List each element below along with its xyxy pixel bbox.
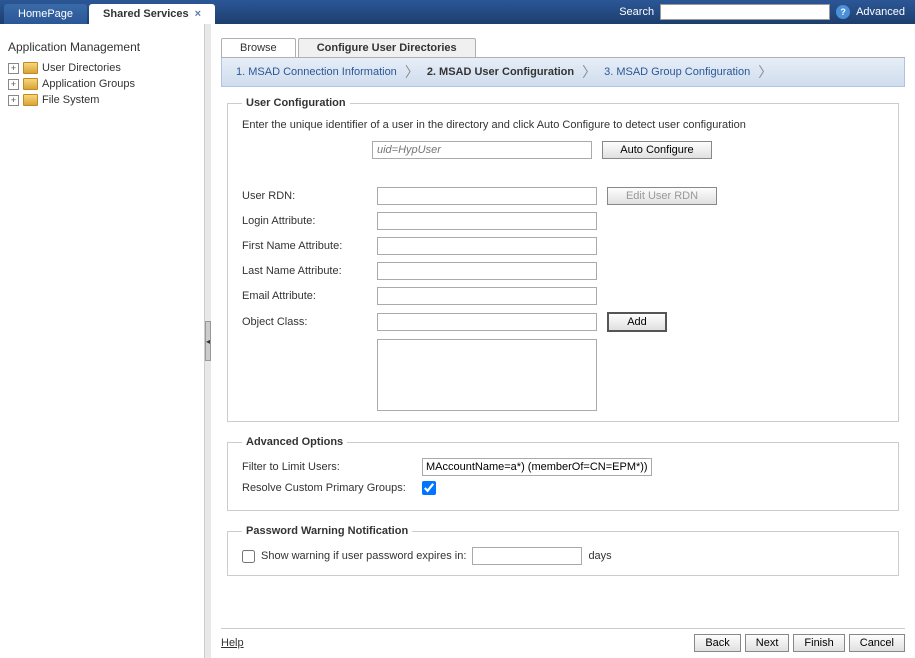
tab-label: Shared Services [103,8,189,20]
label-login-attr: Login Attribute: [242,215,377,227]
help-link[interactable]: Help [221,637,244,649]
label-resolve: Resolve Custom Primary Groups: [242,482,422,494]
expand-icon[interactable]: + [8,95,19,106]
row-user-rdn: User RDN: Edit User RDN [242,187,884,205]
edit-user-rdn-button: Edit User RDN [607,187,717,205]
label-days: days [588,550,611,562]
label-filter: Filter to Limit Users: [242,461,422,473]
tab-browse[interactable]: Browse [221,38,296,57]
input-first-name[interactable] [377,237,597,255]
input-login-attr[interactable] [377,212,597,230]
checkbox-show-warning[interactable] [242,550,255,563]
password-warning-group: Password Warning Notification Show warni… [227,525,899,576]
label-email: Email Attribute: [242,290,377,302]
tab-shared-services[interactable]: Shared Services × [89,4,215,24]
next-button[interactable]: Next [745,634,790,652]
tree-label: Application Groups [42,78,135,90]
row-first-name: First Name Attribute: [242,237,884,255]
auto-configure-row: Auto Configure [372,141,884,159]
row-resolve: Resolve Custom Primary Groups: [242,481,884,495]
content: Browse Configure User Directories 1. MSA… [211,24,915,658]
chevron-right-icon: 〉 [580,62,598,82]
password-warning-legend: Password Warning Notification [242,525,412,537]
wizard-step-3[interactable]: 3. MSAD Group Configuration [598,66,756,78]
search-input[interactable] [660,4,830,20]
top-tabs: HomePage Shared Services × [0,0,217,24]
tab-label: HomePage [18,8,73,20]
user-configuration-group: User Configuration Enter the unique iden… [227,97,899,422]
uid-input[interactable] [372,141,592,159]
main-area: Application Management + User Directorie… [0,24,915,658]
input-last-name[interactable] [377,262,597,280]
tree-label: User Directories [42,62,121,74]
sidebar-item-file-system[interactable]: + File System [8,92,204,108]
auto-configure-button[interactable]: Auto Configure [602,141,712,159]
input-days[interactable] [472,547,582,565]
input-filter[interactable] [422,458,652,476]
cancel-button[interactable]: Cancel [849,634,905,652]
row-password-warning: Show warning if user password expires in… [242,547,884,565]
user-config-legend: User Configuration [242,97,350,109]
row-object-class: Object Class: Add [242,312,884,332]
chevron-right-icon: 〉 [756,62,774,82]
scroll-area: User Configuration Enter the unique iden… [221,87,905,658]
top-bar: HomePage Shared Services × Search ? Adva… [0,0,915,24]
advanced-legend: Advanced Options [242,436,347,448]
folder-icon [23,94,38,106]
help-icon[interactable]: ? [836,5,850,19]
close-icon[interactable]: × [195,8,201,20]
expand-icon[interactable]: + [8,79,19,90]
label-last-name: Last Name Attribute: [242,265,377,277]
label-user-rdn: User RDN: [242,190,377,202]
row-last-name: Last Name Attribute: [242,262,884,280]
tab-configure-user-directories[interactable]: Configure User Directories [298,38,476,57]
checkbox-resolve[interactable] [422,481,436,495]
footer: Help Back Next Finish Cancel [221,628,905,652]
tree: + User Directories + Application Groups … [0,60,204,108]
label-first-name: First Name Attribute: [242,240,377,252]
label-show-warning: Show warning if user password expires in… [261,550,466,562]
input-user-rdn[interactable] [377,187,597,205]
user-config-hint: Enter the unique identifier of a user in… [242,119,884,131]
expand-icon[interactable]: + [8,63,19,74]
subtab-label: Browse [240,42,277,54]
row-email: Email Attribute: [242,287,884,305]
sidebar-title: Application Management [0,36,204,60]
sidebar: Application Management + User Directorie… [0,24,205,658]
input-object-class[interactable] [377,313,597,331]
back-button[interactable]: Back [694,634,740,652]
folder-icon [23,78,38,90]
sidebar-item-user-directories[interactable]: + User Directories [8,60,204,76]
wizard-steps: 1. MSAD Connection Information 〉 2. MSAD… [221,58,905,87]
wizard-step-2[interactable]: 2. MSAD User Configuration [421,66,580,78]
finish-button[interactable]: Finish [793,634,844,652]
add-button[interactable]: Add [607,312,667,332]
wizard-step-1[interactable]: 1. MSAD Connection Information [230,66,403,78]
tree-label: File System [42,94,99,106]
subtabs: Browse Configure User Directories [221,36,905,58]
row-filter: Filter to Limit Users: [242,458,884,476]
folder-icon [23,62,38,74]
search-label: Search [619,6,654,18]
sidebar-item-application-groups[interactable]: + Application Groups [8,76,204,92]
chevron-right-icon: 〉 [403,62,421,82]
tab-homepage[interactable]: HomePage [4,4,87,24]
subtab-label: Configure User Directories [317,42,457,54]
label-object-class: Object Class: [242,316,377,328]
row-login-attr: Login Attribute: [242,212,884,230]
advanced-link[interactable]: Advanced [856,6,905,18]
footer-buttons: Back Next Finish Cancel [694,634,905,652]
object-class-listbox[interactable] [377,339,597,411]
input-email[interactable] [377,287,597,305]
search-area: Search ? Advanced [619,4,915,20]
advanced-options-group: Advanced Options Filter to Limit Users: … [227,436,899,511]
